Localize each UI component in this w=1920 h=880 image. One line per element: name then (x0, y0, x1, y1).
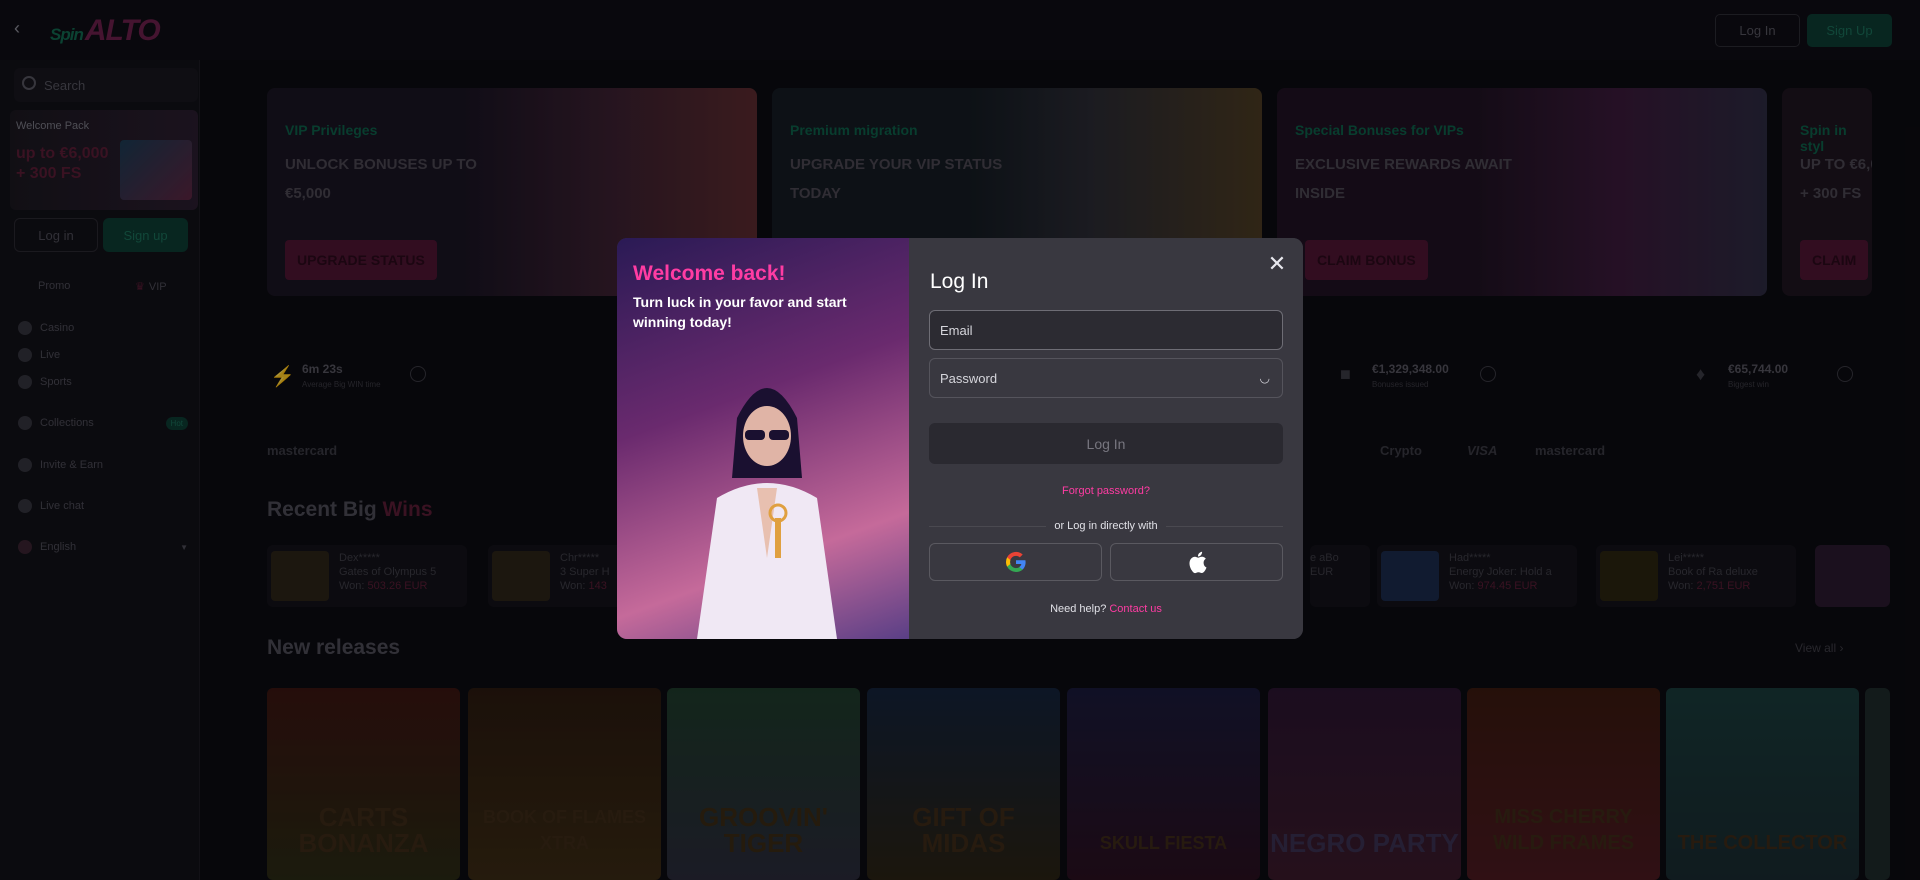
google-login-button[interactable] (929, 543, 1102, 581)
forgot-password-link[interactable]: Forgot password? (909, 485, 1303, 497)
modal-title: Log In (930, 270, 989, 293)
eye-icon[interactable]: ◡ (1260, 371, 1270, 385)
apple-icon (1188, 551, 1206, 574)
welcome-title: Welcome back! (633, 262, 786, 285)
help-text: Need help? Contact us (909, 603, 1303, 615)
email-input[interactable] (940, 322, 1240, 338)
welcome-subtitle: Turn luck in your favor and start winnin… (633, 294, 847, 330)
password-input[interactable] (940, 370, 1240, 386)
or-text: or Log in directly with (1046, 520, 1166, 532)
woman-illustration (697, 388, 837, 639)
login-form-panel: ✕ Log In ◡ Log In Forgot password? or Lo… (909, 238, 1303, 639)
google-icon (1005, 551, 1026, 572)
divider-label: or Log in directly with (929, 520, 1283, 532)
need-help-label: Need help? (1050, 603, 1107, 615)
modal-promo-panel: Welcome back! Turn luck in your favor an… (617, 238, 909, 639)
login-modal: Welcome back! Turn luck in your favor an… (617, 238, 1303, 639)
close-icon[interactable]: ✕ (1265, 252, 1289, 276)
contact-us-link[interactable]: Contact us (1109, 603, 1162, 615)
login-submit-button[interactable]: Log In (929, 423, 1283, 464)
or-divider: or Log in directly with (929, 520, 1283, 532)
password-field[interactable]: ◡ (929, 358, 1283, 398)
email-field[interactable] (929, 310, 1283, 350)
apple-login-button[interactable] (1110, 543, 1283, 581)
